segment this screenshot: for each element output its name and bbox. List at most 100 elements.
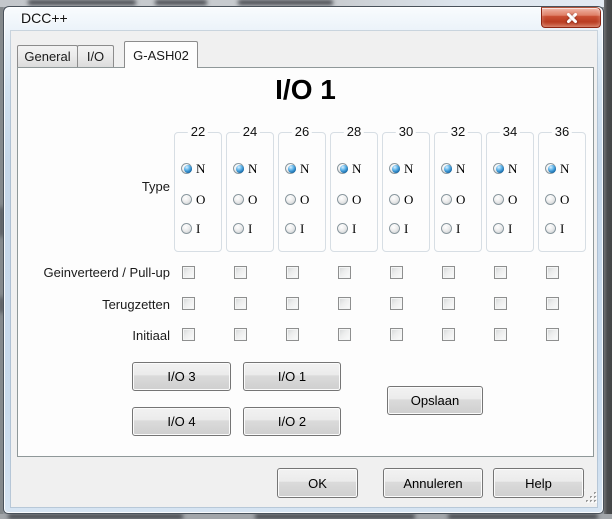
checkbox-row0-col32[interactable]	[442, 266, 455, 279]
io4-button[interactable]: I/O 4	[132, 407, 231, 436]
io1-button[interactable]: I/O 1	[243, 362, 341, 391]
checkbox-row2-col34[interactable]	[494, 328, 507, 341]
radio-o-col26[interactable]: O	[285, 191, 309, 207]
radio-n-col24[interactable]: N	[233, 160, 257, 176]
io2-button[interactable]: I/O 2	[243, 407, 341, 436]
checkbox-row2-col24[interactable]	[234, 328, 247, 341]
radio-i-col26[interactable]: I	[285, 220, 304, 236]
checkbox-row0-col36[interactable]	[546, 266, 559, 279]
radio-icon[interactable]	[181, 223, 192, 234]
checkbox-row2-col32[interactable]	[442, 328, 455, 341]
radio-n-col22[interactable]: N	[181, 160, 205, 176]
checkbox-row2-col26[interactable]	[286, 328, 299, 341]
radio-icon[interactable]	[493, 194, 504, 205]
radio-option-label: O	[404, 193, 413, 206]
radio-o-col34[interactable]: O	[493, 191, 517, 207]
radio-icon[interactable]	[441, 194, 452, 205]
radio-icon[interactable]	[285, 194, 296, 205]
radio-icon[interactable]	[493, 223, 504, 234]
radio-option-label: I	[248, 222, 252, 235]
radio-i-col30[interactable]: I	[389, 220, 408, 236]
radio-icon[interactable]	[545, 223, 556, 234]
checkbox-row2-col36[interactable]	[546, 328, 559, 341]
radio-option-label: I	[196, 222, 200, 235]
radio-i-col32[interactable]: I	[441, 220, 460, 236]
radio-option-label: I	[508, 222, 512, 235]
radio-selected-icon[interactable]	[441, 163, 452, 174]
radio-selected-icon[interactable]	[337, 163, 348, 174]
radio-icon[interactable]	[285, 223, 296, 234]
close-button[interactable]	[541, 7, 601, 28]
radio-n-col36[interactable]: N	[545, 160, 569, 176]
radio-i-col28[interactable]: I	[337, 220, 356, 236]
radio-i-col22[interactable]: I	[181, 220, 200, 236]
tab-io[interactable]: I/O	[77, 45, 114, 67]
radio-icon[interactable]	[545, 194, 556, 205]
checkbox-row1-col26[interactable]	[286, 297, 299, 310]
radio-n-col30[interactable]: N	[389, 160, 413, 176]
column-number: 36	[552, 124, 572, 140]
radio-o-col28[interactable]: O	[337, 191, 361, 207]
radio-selected-icon[interactable]	[545, 163, 556, 174]
radio-o-col30[interactable]: O	[389, 191, 413, 207]
radio-option-label: O	[196, 193, 205, 206]
checkbox-row0-col22[interactable]	[182, 266, 195, 279]
radio-icon[interactable]	[389, 194, 400, 205]
radio-selected-icon[interactable]	[389, 163, 400, 174]
radio-i-col34[interactable]: I	[493, 220, 512, 236]
checkbox-row0-col28[interactable]	[338, 266, 351, 279]
checkbox-row1-col36[interactable]	[546, 297, 559, 310]
group-box-22: 22NOI	[174, 132, 222, 252]
checkbox-row0-col34[interactable]	[494, 266, 507, 279]
radio-icon[interactable]	[181, 194, 192, 205]
radio-selected-icon[interactable]	[181, 163, 192, 174]
checkbox-row1-col34[interactable]	[494, 297, 507, 310]
group-box-34: 34NOI	[486, 132, 534, 252]
checkbox-row1-col30[interactable]	[390, 297, 403, 310]
checkbox-row0-col24[interactable]	[234, 266, 247, 279]
radio-icon[interactable]	[389, 223, 400, 234]
radio-icon[interactable]	[233, 194, 244, 205]
radio-icon[interactable]	[233, 223, 244, 234]
checkbox-row2-col28[interactable]	[338, 328, 351, 341]
io3-button[interactable]: I/O 3	[132, 362, 231, 391]
radio-option-label: O	[560, 193, 569, 206]
radio-o-col32[interactable]: O	[441, 191, 465, 207]
radio-i-col36[interactable]: I	[545, 220, 564, 236]
radio-n-col34[interactable]: N	[493, 160, 517, 176]
checkbox-row0-col26[interactable]	[286, 266, 299, 279]
radio-icon[interactable]	[337, 223, 348, 234]
radio-n-col26[interactable]: N	[285, 160, 309, 176]
radio-o-col22[interactable]: O	[181, 191, 205, 207]
checkbox-row2-col30[interactable]	[390, 328, 403, 341]
background-text-smudge	[255, 514, 415, 519]
save-button[interactable]: Opslaan	[387, 386, 483, 415]
radio-option-label: O	[456, 193, 465, 206]
screen: DCC++ General I/O G-ASH02 I/O 1 Type Gei…	[0, 0, 612, 519]
radio-selected-icon[interactable]	[285, 163, 296, 174]
radio-n-col32[interactable]: N	[441, 160, 465, 176]
checkbox-row1-col24[interactable]	[234, 297, 247, 310]
radio-n-col28[interactable]: N	[337, 160, 361, 176]
checkbox-row1-col22[interactable]	[182, 297, 195, 310]
checkbox-row1-col28[interactable]	[338, 297, 351, 310]
radio-option-label: O	[300, 193, 309, 206]
checkbox-row0-col30[interactable]	[390, 266, 403, 279]
tab-general[interactable]: General	[17, 45, 78, 67]
radio-selected-icon[interactable]	[233, 163, 244, 174]
checkbox-row1-col32[interactable]	[442, 297, 455, 310]
radio-icon[interactable]	[441, 223, 452, 234]
checkbox-row2-col22[interactable]	[182, 328, 195, 341]
radio-selected-icon[interactable]	[493, 163, 504, 174]
radio-icon[interactable]	[337, 194, 348, 205]
cancel-button[interactable]: Annuleren	[383, 468, 483, 498]
radio-o-col24[interactable]: O	[233, 191, 257, 207]
ok-button[interactable]: OK	[277, 468, 358, 498]
radio-i-col24[interactable]: I	[233, 220, 252, 236]
row-label-initiaal: Initiaal	[20, 328, 170, 344]
help-button[interactable]: Help	[493, 468, 584, 498]
tab-g-ash02[interactable]: G-ASH02	[124, 41, 198, 68]
radio-o-col36[interactable]: O	[545, 191, 569, 207]
resize-grip-icon[interactable]	[582, 488, 598, 504]
background-text-smudge	[238, 0, 333, 5]
